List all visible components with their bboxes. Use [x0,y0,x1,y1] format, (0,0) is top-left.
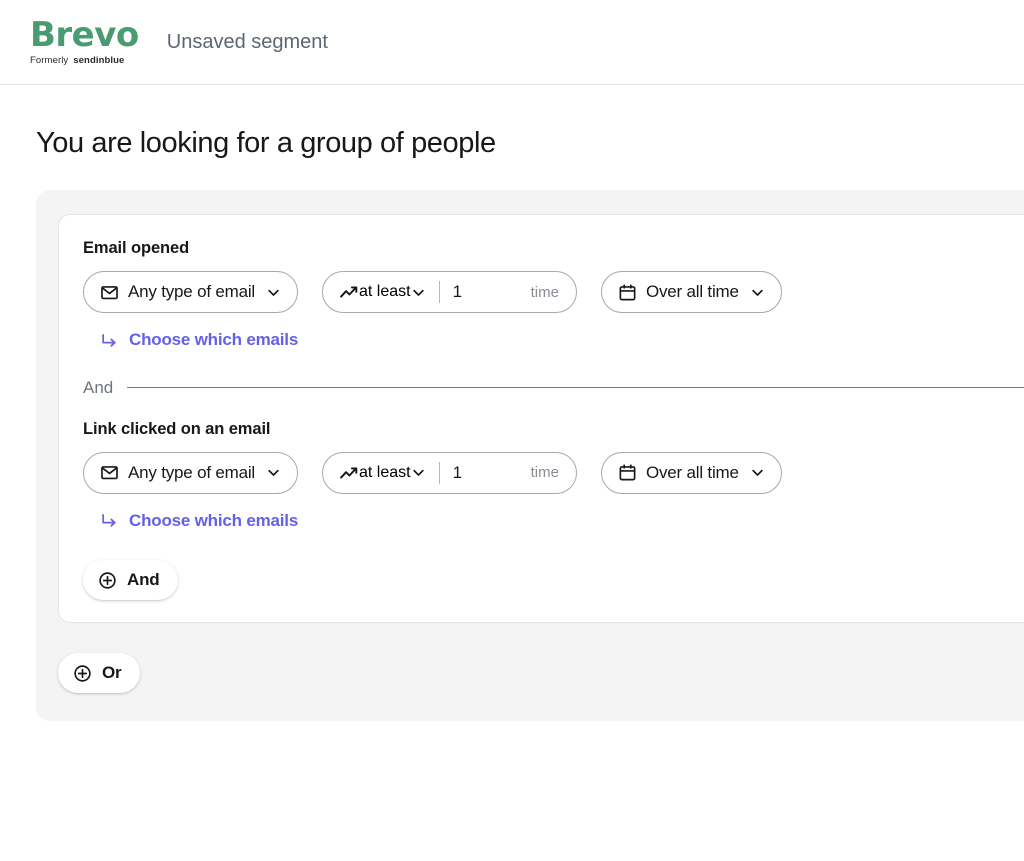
and-separator-label: And [83,378,113,398]
page-title: You are looking for a group of people [36,127,1024,160]
and-separator-rule [127,387,1024,388]
time-period-value: Over all time [646,463,739,483]
condition-block: Email opened Any type of email [58,214,1024,623]
email-type-value: Any type of email [128,282,255,302]
brevo-logo[interactable]: Brevo Formerly sendinblue [30,18,139,66]
corner-down-right-icon [101,332,118,349]
frequency-count-input[interactable] [453,463,531,483]
choose-which-emails-link[interactable]: Choose which emails [101,511,298,531]
choose-which-emails-link[interactable]: Choose which emails [101,330,298,350]
brand-tagline: Formerly sendinblue [30,55,139,66]
time-period-dropdown[interactable]: Over all time [601,452,782,494]
corner-down-right-icon [101,512,118,529]
frequency-unit-label: time [531,284,576,301]
envelope-icon [100,283,119,302]
condition-row-link-clicked: Link clicked on an email Any type of ema… [83,420,1024,535]
and-separator: And [83,378,1024,398]
chevron-down-icon [750,465,765,480]
add-or-label: Or [102,663,121,683]
app-header: Brevo Formerly sendinblue Unsaved segmen… [0,0,1024,85]
envelope-icon [100,463,119,482]
calendar-icon [618,283,637,302]
control-divider [439,281,440,303]
chevron-down-icon [750,285,765,300]
condition-controls: Any type of email [83,271,1024,313]
add-and-wrapper: And [83,560,1024,600]
frequency-operator-value: at least [359,283,411,301]
add-and-condition-button[interactable]: And [83,560,178,600]
calendar-icon [618,463,637,482]
chevron-down-icon [266,465,281,480]
plus-circle-icon [98,571,117,590]
plus-circle-icon [73,664,92,683]
frequency-operator-dropdown[interactable]: at least [339,463,426,483]
add-or-group-button[interactable]: Or [58,653,140,693]
frequency-unit-label: time [531,464,576,481]
control-divider [439,462,440,484]
frequency-count-input[interactable] [453,282,531,302]
add-or-wrapper: Or [58,653,1024,693]
time-period-value: Over all time [646,282,739,302]
email-type-dropdown[interactable]: Any type of email [83,452,298,494]
frequency-control: at least time [322,271,577,313]
page-body: You are looking for a group of people Em… [0,127,1024,721]
frequency-operator-dropdown[interactable]: at least [339,282,426,302]
brand-wordmark: Brevo [30,18,139,52]
add-and-label: And [127,570,159,590]
trending-up-icon [339,282,359,302]
brand-tagline-name: sendinblue [73,55,124,66]
choose-which-emails-label: Choose which emails [129,330,298,350]
chevron-down-icon [411,465,426,480]
trending-up-icon [339,463,359,483]
segment-name-title: Unsaved segment [167,31,328,54]
condition-group-card: Email opened Any type of email [36,190,1024,721]
brand-tagline-prefix: Formerly [30,55,68,66]
condition-controls: Any type of email [83,452,1024,494]
condition-row-email-opened: Email opened Any type of email [83,239,1024,354]
chevron-down-icon [411,285,426,300]
condition-label: Email opened [83,239,1024,258]
chevron-down-icon [266,285,281,300]
time-period-dropdown[interactable]: Over all time [601,271,782,313]
frequency-control: at least time [322,452,577,494]
email-type-value: Any type of email [128,463,255,483]
choose-which-emails-label: Choose which emails [129,511,298,531]
email-type-dropdown[interactable]: Any type of email [83,271,298,313]
frequency-operator-value: at least [359,464,411,482]
condition-label: Link clicked on an email [83,420,1024,439]
